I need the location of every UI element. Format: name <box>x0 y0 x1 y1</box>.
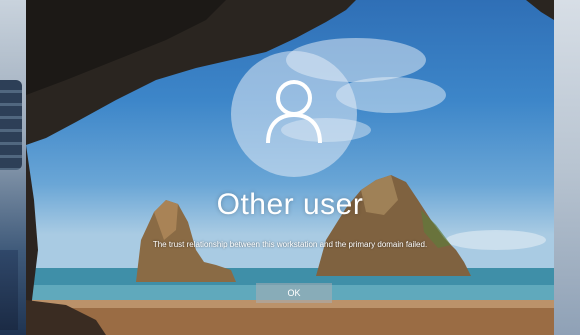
user-avatar <box>231 51 357 177</box>
device-bezel-left <box>0 0 26 335</box>
keyboard-edge-lower <box>0 250 18 330</box>
ok-button[interactable]: OK <box>256 283 332 303</box>
keyboard-edge <box>0 80 22 170</box>
lock-screen: Other user The trust relationship betwee… <box>26 0 554 335</box>
error-message: The trust relationship between this work… <box>152 240 428 249</box>
device-bezel-right <box>554 0 580 335</box>
user-silhouette-icon <box>266 80 322 143</box>
username-label: Other user <box>216 188 364 221</box>
